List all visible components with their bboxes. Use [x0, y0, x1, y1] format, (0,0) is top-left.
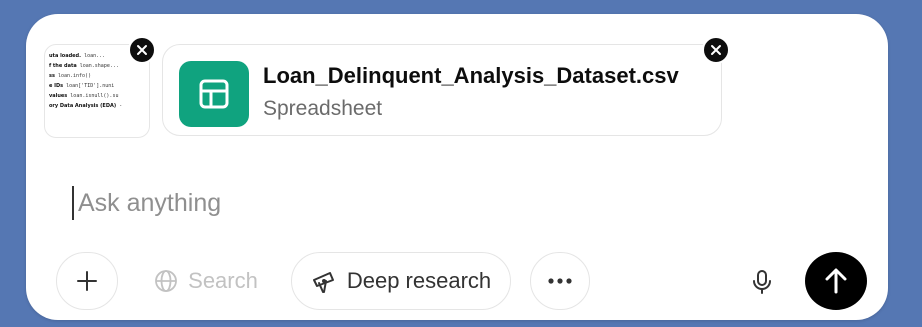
- prompt-input[interactable]: [72, 186, 778, 220]
- plus-icon: [77, 271, 97, 291]
- more-options-button[interactable]: [530, 252, 590, 310]
- thumb-line: ss loan.info(): [49, 73, 92, 79]
- microphone-icon: [753, 270, 771, 294]
- thumb-line: f the data loan.shape...: [49, 63, 119, 69]
- search-button[interactable]: Search: [138, 252, 274, 310]
- close-icon: [137, 45, 147, 55]
- search-label: Search: [188, 268, 258, 293]
- file-type: Spreadsheet: [263, 97, 383, 120]
- deep-research-button[interactable]: Deep research: [291, 252, 511, 310]
- close-icon: [711, 45, 721, 55]
- thumb-line: values loan.isnull().su: [49, 93, 119, 99]
- remove-file-attachment-button[interactable]: [702, 36, 730, 64]
- ellipsis-icon: [548, 278, 572, 284]
- thumb-line: e IDs loan['TID'].nuni: [49, 83, 115, 89]
- add-attachment-button[interactable]: [56, 252, 118, 310]
- arrow-up-icon: [825, 268, 847, 294]
- remove-image-attachment-button[interactable]: [128, 36, 156, 64]
- globe-icon: [155, 270, 178, 292]
- voice-input-button[interactable]: [737, 257, 787, 307]
- file-icon-tile: [179, 61, 249, 127]
- thumb-line: ory Data Analysis (EDA) -: [49, 103, 123, 109]
- spreadsheet-icon: [199, 79, 229, 109]
- file-name: Loan_Delinquent_Analysis_Dataset.csv: [263, 63, 679, 88]
- send-button[interactable]: [805, 252, 867, 310]
- deep-research-label: Deep research: [346, 268, 492, 293]
- file-attachment-card[interactable]: Loan_Delinquent_Analysis_Dataset.csv Spr…: [162, 44, 722, 136]
- telescope-icon: [312, 272, 334, 293]
